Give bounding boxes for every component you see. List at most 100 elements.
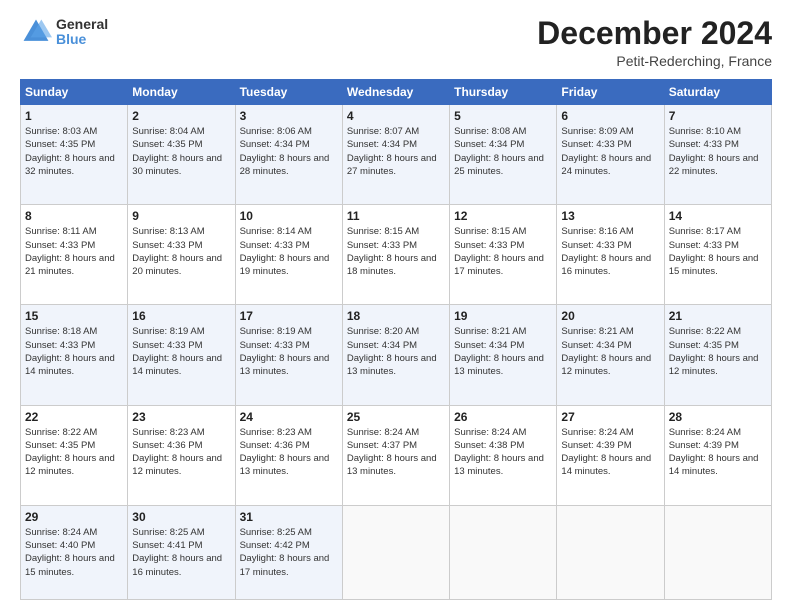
day-info: Sunrise: 8:13 AM Sunset: 4:33 PM Dayligh… — [132, 225, 230, 278]
day-info: Sunrise: 8:22 AM Sunset: 4:35 PM Dayligh… — [669, 325, 767, 378]
calendar-day-header: Tuesday — [235, 80, 342, 105]
calendar-cell: 24 Sunrise: 8:23 AM Sunset: 4:36 PM Dayl… — [235, 405, 342, 505]
calendar-cell: 19 Sunrise: 8:21 AM Sunset: 4:34 PM Dayl… — [450, 305, 557, 405]
day-number: 17 — [240, 309, 338, 323]
day-info: Sunrise: 8:24 AM Sunset: 4:38 PM Dayligh… — [454, 426, 552, 479]
logo-text: General Blue — [56, 17, 108, 48]
logo: General Blue — [20, 16, 108, 48]
day-number: 18 — [347, 309, 445, 323]
day-info: Sunrise: 8:21 AM Sunset: 4:34 PM Dayligh… — [454, 325, 552, 378]
calendar-cell: 9 Sunrise: 8:13 AM Sunset: 4:33 PM Dayli… — [128, 205, 235, 305]
calendar-cell: 17 Sunrise: 8:19 AM Sunset: 4:33 PM Dayl… — [235, 305, 342, 405]
calendar-cell: 22 Sunrise: 8:22 AM Sunset: 4:35 PM Dayl… — [21, 405, 128, 505]
calendar-cell: 21 Sunrise: 8:22 AM Sunset: 4:35 PM Dayl… — [664, 305, 771, 405]
day-info: Sunrise: 8:18 AM Sunset: 4:33 PM Dayligh… — [25, 325, 123, 378]
calendar-cell: 7 Sunrise: 8:10 AM Sunset: 4:33 PM Dayli… — [664, 105, 771, 205]
day-number: 26 — [454, 410, 552, 424]
day-number: 5 — [454, 109, 552, 123]
calendar-cell: 12 Sunrise: 8:15 AM Sunset: 4:33 PM Dayl… — [450, 205, 557, 305]
calendar-cell: 16 Sunrise: 8:19 AM Sunset: 4:33 PM Dayl… — [128, 305, 235, 405]
day-info: Sunrise: 8:25 AM Sunset: 4:41 PM Dayligh… — [132, 526, 230, 579]
location: Petit-Rederching, France — [537, 53, 772, 69]
header: General Blue December 2024 Petit-Rederch… — [20, 16, 772, 69]
day-info: Sunrise: 8:17 AM Sunset: 4:33 PM Dayligh… — [669, 225, 767, 278]
day-number: 11 — [347, 209, 445, 223]
day-number: 3 — [240, 109, 338, 123]
calendar-cell — [450, 505, 557, 599]
day-info: Sunrise: 8:06 AM Sunset: 4:34 PM Dayligh… — [240, 125, 338, 178]
page: General Blue December 2024 Petit-Rederch… — [0, 0, 792, 612]
day-number: 22 — [25, 410, 123, 424]
calendar-cell — [664, 505, 771, 599]
day-info: Sunrise: 8:20 AM Sunset: 4:34 PM Dayligh… — [347, 325, 445, 378]
day-info: Sunrise: 8:07 AM Sunset: 4:34 PM Dayligh… — [347, 125, 445, 178]
day-number: 23 — [132, 410, 230, 424]
calendar-cell: 13 Sunrise: 8:16 AM Sunset: 4:33 PM Dayl… — [557, 205, 664, 305]
day-number: 21 — [669, 309, 767, 323]
day-number: 7 — [669, 109, 767, 123]
day-number: 29 — [25, 510, 123, 524]
calendar-cell: 1 Sunrise: 8:03 AM Sunset: 4:35 PM Dayli… — [21, 105, 128, 205]
calendar-cell: 8 Sunrise: 8:11 AM Sunset: 4:33 PM Dayli… — [21, 205, 128, 305]
day-info: Sunrise: 8:19 AM Sunset: 4:33 PM Dayligh… — [240, 325, 338, 378]
calendar-cell: 29 Sunrise: 8:24 AM Sunset: 4:40 PM Dayl… — [21, 505, 128, 599]
calendar-header-row: SundayMondayTuesdayWednesdayThursdayFrid… — [21, 80, 772, 105]
day-number: 16 — [132, 309, 230, 323]
calendar-cell: 4 Sunrise: 8:07 AM Sunset: 4:34 PM Dayli… — [342, 105, 449, 205]
day-info: Sunrise: 8:15 AM Sunset: 4:33 PM Dayligh… — [454, 225, 552, 278]
calendar-day-header: Sunday — [21, 80, 128, 105]
calendar-day-header: Monday — [128, 80, 235, 105]
day-info: Sunrise: 8:16 AM Sunset: 4:33 PM Dayligh… — [561, 225, 659, 278]
day-info: Sunrise: 8:23 AM Sunset: 4:36 PM Dayligh… — [240, 426, 338, 479]
day-info: Sunrise: 8:19 AM Sunset: 4:33 PM Dayligh… — [132, 325, 230, 378]
day-number: 30 — [132, 510, 230, 524]
day-info: Sunrise: 8:22 AM Sunset: 4:35 PM Dayligh… — [25, 426, 123, 479]
calendar-cell: 28 Sunrise: 8:24 AM Sunset: 4:39 PM Dayl… — [664, 405, 771, 505]
calendar-cell: 6 Sunrise: 8:09 AM Sunset: 4:33 PM Dayli… — [557, 105, 664, 205]
day-info: Sunrise: 8:14 AM Sunset: 4:33 PM Dayligh… — [240, 225, 338, 278]
calendar-cell: 18 Sunrise: 8:20 AM Sunset: 4:34 PM Dayl… — [342, 305, 449, 405]
day-number: 2 — [132, 109, 230, 123]
day-info: Sunrise: 8:24 AM Sunset: 4:40 PM Dayligh… — [25, 526, 123, 579]
day-info: Sunrise: 8:23 AM Sunset: 4:36 PM Dayligh… — [132, 426, 230, 479]
day-info: Sunrise: 8:24 AM Sunset: 4:37 PM Dayligh… — [347, 426, 445, 479]
day-info: Sunrise: 8:25 AM Sunset: 4:42 PM Dayligh… — [240, 526, 338, 579]
day-number: 25 — [347, 410, 445, 424]
day-number: 1 — [25, 109, 123, 123]
day-info: Sunrise: 8:21 AM Sunset: 4:34 PM Dayligh… — [561, 325, 659, 378]
calendar-table: SundayMondayTuesdayWednesdayThursdayFrid… — [20, 79, 772, 600]
calendar-cell — [342, 505, 449, 599]
calendar-cell: 10 Sunrise: 8:14 AM Sunset: 4:33 PM Dayl… — [235, 205, 342, 305]
calendar-cell: 20 Sunrise: 8:21 AM Sunset: 4:34 PM Dayl… — [557, 305, 664, 405]
day-number: 15 — [25, 309, 123, 323]
calendar-day-header: Friday — [557, 80, 664, 105]
logo-line1: General — [56, 17, 108, 32]
day-info: Sunrise: 8:04 AM Sunset: 4:35 PM Dayligh… — [132, 125, 230, 178]
day-info: Sunrise: 8:11 AM Sunset: 4:33 PM Dayligh… — [25, 225, 123, 278]
day-number: 12 — [454, 209, 552, 223]
calendar-cell: 15 Sunrise: 8:18 AM Sunset: 4:33 PM Dayl… — [21, 305, 128, 405]
day-info: Sunrise: 8:24 AM Sunset: 4:39 PM Dayligh… — [561, 426, 659, 479]
calendar-cell: 2 Sunrise: 8:04 AM Sunset: 4:35 PM Dayli… — [128, 105, 235, 205]
calendar-cell: 25 Sunrise: 8:24 AM Sunset: 4:37 PM Dayl… — [342, 405, 449, 505]
calendar-cell: 14 Sunrise: 8:17 AM Sunset: 4:33 PM Dayl… — [664, 205, 771, 305]
day-number: 28 — [669, 410, 767, 424]
logo-line2: Blue — [56, 32, 108, 47]
day-number: 31 — [240, 510, 338, 524]
calendar-cell: 11 Sunrise: 8:15 AM Sunset: 4:33 PM Dayl… — [342, 205, 449, 305]
calendar-cell: 26 Sunrise: 8:24 AM Sunset: 4:38 PM Dayl… — [450, 405, 557, 505]
day-number: 9 — [132, 209, 230, 223]
calendar-day-header: Saturday — [664, 80, 771, 105]
day-info: Sunrise: 8:03 AM Sunset: 4:35 PM Dayligh… — [25, 125, 123, 178]
calendar-cell: 27 Sunrise: 8:24 AM Sunset: 4:39 PM Dayl… — [557, 405, 664, 505]
title-block: December 2024 Petit-Rederching, France — [537, 16, 772, 69]
month-title: December 2024 — [537, 16, 772, 51]
day-number: 4 — [347, 109, 445, 123]
day-number: 27 — [561, 410, 659, 424]
day-number: 20 — [561, 309, 659, 323]
calendar-day-header: Thursday — [450, 80, 557, 105]
day-number: 19 — [454, 309, 552, 323]
calendar-cell: 31 Sunrise: 8:25 AM Sunset: 4:42 PM Dayl… — [235, 505, 342, 599]
day-number: 6 — [561, 109, 659, 123]
day-info: Sunrise: 8:24 AM Sunset: 4:39 PM Dayligh… — [669, 426, 767, 479]
